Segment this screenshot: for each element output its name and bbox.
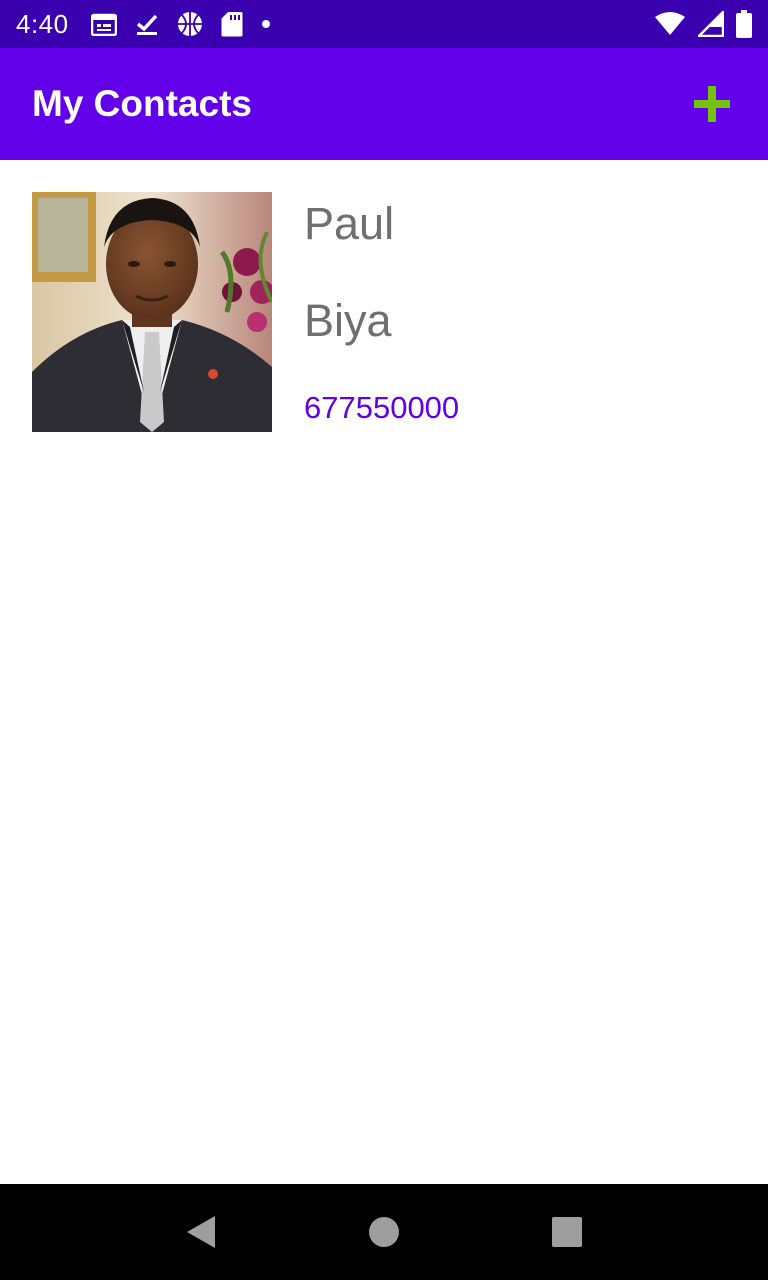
app-bar: My Contacts — [0, 48, 768, 160]
wifi-icon — [654, 12, 686, 36]
contact-list: Paul Biya 677550000 — [0, 160, 768, 1184]
back-button[interactable] — [171, 1202, 231, 1262]
avatar — [32, 192, 272, 432]
system-icons — [654, 10, 752, 38]
signal-icon — [698, 11, 724, 37]
contact-phone: 677550000 — [304, 390, 460, 425]
status-bar: 4:40 — [0, 0, 768, 48]
sd-card-icon — [221, 11, 243, 37]
battery-icon — [736, 10, 752, 38]
calendar-icon — [90, 12, 117, 36]
list-item[interactable]: Paul Biya 677550000 — [32, 192, 736, 432]
home-icon — [368, 1216, 400, 1248]
dot-icon — [261, 19, 271, 29]
contact-first-name: Paul — [304, 198, 395, 249]
recents-icon — [551, 1217, 582, 1247]
contact-last-name: Biya — [304, 295, 392, 346]
download-done-icon — [135, 12, 159, 36]
page-title: My Contacts — [32, 83, 252, 124]
navigation-bar — [0, 1184, 768, 1280]
notification-icons — [90, 11, 271, 37]
home-button[interactable] — [354, 1202, 414, 1262]
basketball-icon — [177, 11, 203, 37]
recents-button[interactable] — [537, 1202, 597, 1262]
status-time: 4:40 — [16, 8, 69, 39]
add-contact-button[interactable] — [688, 80, 736, 128]
back-icon — [185, 1215, 217, 1249]
plus-icon — [694, 86, 730, 122]
